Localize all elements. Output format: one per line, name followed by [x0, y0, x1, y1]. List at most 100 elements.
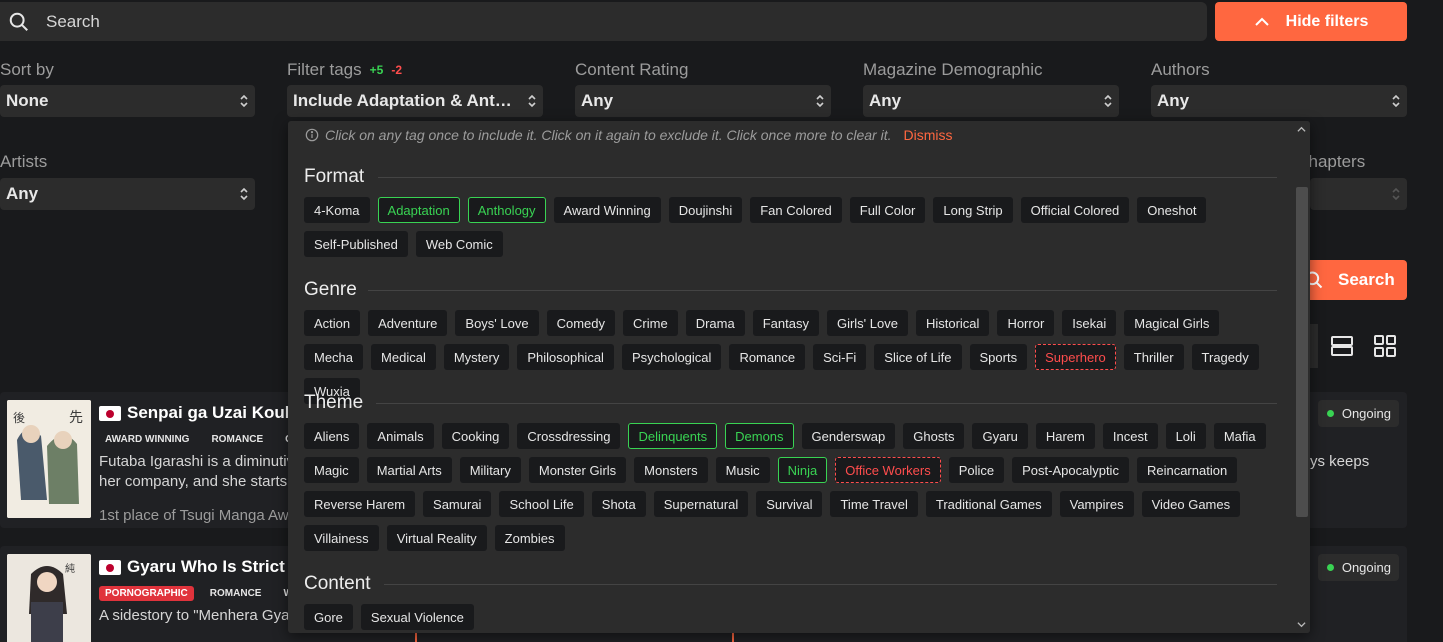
tag-police[interactable]: Police — [948, 457, 1005, 483]
tag-adventure[interactable]: Adventure — [368, 310, 448, 336]
tag-monster-girls[interactable]: Monster Girls — [528, 457, 627, 483]
tag-gore[interactable]: Gore — [304, 604, 353, 630]
tag-villainess[interactable]: Villainess — [304, 525, 379, 551]
tag-philosophical[interactable]: Philosophical — [517, 344, 614, 370]
tag-aliens[interactable]: Aliens — [304, 423, 360, 449]
hide-filters-button[interactable]: Hide filters — [1215, 2, 1407, 41]
tag-shota[interactable]: Shota — [591, 491, 646, 517]
tag-gyaru[interactable]: Gyaru — [972, 423, 1028, 449]
tag-time-travel[interactable]: Time Travel — [830, 491, 918, 517]
tag-romance[interactable]: Romance — [729, 344, 806, 370]
tag-isekai[interactable]: Isekai — [1062, 310, 1117, 336]
tag-superhero[interactable]: Superhero — [1035, 344, 1116, 370]
tag-supernatural[interactable]: Supernatural — [653, 491, 749, 517]
tag-mystery[interactable]: Mystery — [443, 344, 510, 370]
tag-medical[interactable]: Medical — [371, 344, 436, 370]
tag-delinquents[interactable]: Delinquents — [628, 423, 718, 449]
tag-boys-love[interactable]: Boys' Love — [455, 310, 539, 336]
tag-historical[interactable]: Historical — [915, 310, 990, 336]
tag-anthology[interactable]: Anthology — [467, 197, 546, 223]
tag-horror[interactable]: Horror — [997, 310, 1055, 336]
tag-long-strip[interactable]: Long Strip — [933, 197, 1013, 223]
tag-demons[interactable]: Demons — [725, 423, 794, 449]
result-tag[interactable]: ROMANCE — [205, 432, 269, 447]
scrollbar-thumb[interactable] — [1296, 187, 1308, 517]
tag-zombies[interactable]: Zombies — [494, 525, 565, 551]
tag-harem[interactable]: Harem — [1035, 423, 1095, 449]
artists-select[interactable]: Any — [0, 178, 255, 210]
search-bar[interactable]: Search — [0, 2, 1207, 41]
result-tag-pornographic[interactable]: PORNOGRAPHIC — [99, 586, 194, 601]
tag-panel-content: Click on any tag once to include it. Cli… — [288, 121, 1293, 633]
content-rating-select[interactable]: Any — [575, 85, 831, 117]
tag-animals[interactable]: Animals — [367, 423, 434, 449]
tag-award-winning[interactable]: Award Winning — [553, 197, 661, 223]
tag-sexual-violence[interactable]: Sexual Violence — [360, 604, 474, 630]
tag-fantasy[interactable]: Fantasy — [752, 310, 819, 336]
tag-full-color[interactable]: Full Color — [849, 197, 926, 223]
tag-reincarnation[interactable]: Reincarnation — [1136, 457, 1238, 483]
tag-self-published[interactable]: Self-Published — [304, 231, 408, 257]
tag-loli[interactable]: Loli — [1165, 423, 1206, 449]
tag-video-games[interactable]: Video Games — [1141, 491, 1241, 517]
tag-fan-colored[interactable]: Fan Colored — [750, 197, 842, 223]
tag-mecha[interactable]: Mecha — [304, 344, 364, 370]
tag-office-workers[interactable]: Office Workers — [835, 457, 941, 483]
result-tag[interactable]: AWARD WINNING — [99, 432, 195, 447]
tag-ninja[interactable]: Ninja — [777, 457, 828, 483]
tag-cooking[interactable]: Cooking — [441, 423, 510, 449]
tag-school-life[interactable]: School Life — [499, 491, 584, 517]
tag-crime[interactable]: Crime — [623, 310, 678, 336]
authors-select[interactable]: Any — [1151, 85, 1407, 117]
chapters-select[interactable] — [1310, 178, 1407, 210]
tag-sports[interactable]: Sports — [969, 344, 1028, 370]
tag-drama[interactable]: Drama — [685, 310, 745, 336]
panel-scrollbar[interactable] — [1293, 121, 1310, 633]
tag-thriller[interactable]: Thriller — [1123, 344, 1184, 370]
scroll-down-icon[interactable] — [1297, 620, 1306, 629]
sort-by-select[interactable]: None — [0, 85, 255, 117]
tag-ghosts[interactable]: Ghosts — [903, 423, 965, 449]
tag-incest[interactable]: Incest — [1102, 423, 1158, 449]
tag-web-comic[interactable]: Web Comic — [415, 231, 503, 257]
tag-reverse-harem[interactable]: Reverse Harem — [304, 491, 416, 517]
tag-sci-fi[interactable]: Sci-Fi — [813, 344, 867, 370]
tag-vampires[interactable]: Vampires — [1059, 491, 1134, 517]
tag-oneshot[interactable]: Oneshot — [1137, 197, 1207, 223]
cover-image[interactable]: 先 後 — [7, 400, 91, 518]
list-view-icon[interactable] — [1330, 334, 1354, 358]
tag-crossdressing[interactable]: Crossdressing — [517, 423, 621, 449]
tag-4-koma[interactable]: 4-Koma — [304, 197, 370, 223]
tag-selection-panel[interactable]: Click on any tag once to include it. Cli… — [288, 121, 1310, 633]
scroll-up-icon[interactable] — [1297, 125, 1306, 134]
search-input[interactable]: Search — [46, 12, 100, 32]
dismiss-link[interactable]: Dismiss — [904, 127, 953, 143]
tag-survival[interactable]: Survival — [756, 491, 823, 517]
tag-mafia[interactable]: Mafia — [1213, 423, 1266, 449]
result-tag[interactable]: ROMANCE — [204, 586, 268, 601]
tag-music[interactable]: Music — [715, 457, 770, 483]
tag-martial-arts[interactable]: Martial Arts — [366, 457, 452, 483]
magazine-demographic-select[interactable]: Any — [863, 85, 1119, 117]
tag-virtual-reality[interactable]: Virtual Reality — [386, 525, 487, 551]
tag-adaptation[interactable]: Adaptation — [377, 197, 460, 223]
tag-tragedy[interactable]: Tragedy — [1191, 344, 1259, 370]
tag-samurai[interactable]: Samurai — [423, 491, 492, 517]
tag-girls-love[interactable]: Girls' Love — [826, 310, 908, 336]
tag-magical-girls[interactable]: Magical Girls — [1124, 310, 1220, 336]
tag-comedy[interactable]: Comedy — [546, 310, 616, 336]
tag-slice-of-life[interactable]: Slice of Life — [874, 344, 962, 370]
tag-post-apocalyptic[interactable]: Post-Apocalyptic — [1012, 457, 1129, 483]
tag-monsters[interactable]: Monsters — [634, 457, 708, 483]
tag-traditional-games[interactable]: Traditional Games — [925, 491, 1052, 517]
tag-doujinshi[interactable]: Doujinshi — [668, 197, 743, 223]
filter-tags-select[interactable]: Include Adaptation & Anthology, Delinque… — [287, 85, 543, 117]
tag-psychological[interactable]: Psychological — [621, 344, 722, 370]
tag-genderswap[interactable]: Genderswap — [801, 423, 896, 449]
tag-official-colored[interactable]: Official Colored — [1020, 197, 1130, 223]
tag-military[interactable]: Military — [459, 457, 521, 483]
tag-action[interactable]: Action — [304, 310, 361, 336]
grid-view-icon[interactable] — [1373, 334, 1397, 358]
tag-magic[interactable]: Magic — [304, 457, 359, 483]
cover-image[interactable]: 純 — [7, 554, 91, 642]
